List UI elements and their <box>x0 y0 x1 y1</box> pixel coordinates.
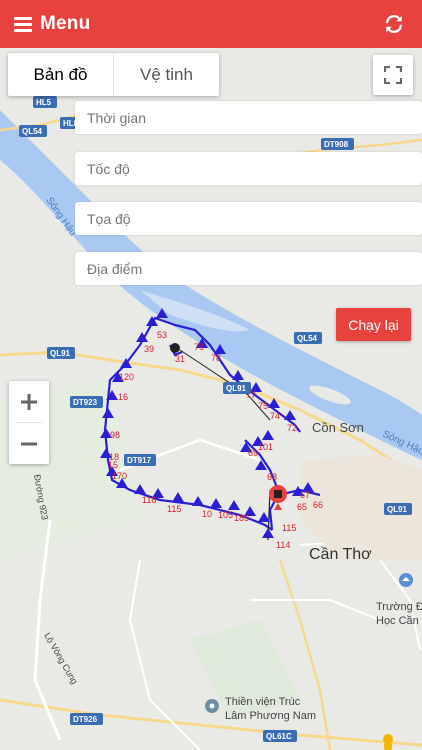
svg-text:67: 67 <box>300 490 310 500</box>
road-shield-ql91-mid: QL91 <box>223 382 251 394</box>
svg-text:79: 79 <box>194 342 204 352</box>
poi-temple-icon <box>205 699 219 713</box>
road-shield-hl5: HL5 <box>33 96 57 108</box>
road-shield-ql91-left: QL91 <box>47 347 75 359</box>
refresh-button[interactable] <box>380 10 408 38</box>
speed-input[interactable] <box>87 152 410 185</box>
svg-text:DT908: DT908 <box>324 140 349 149</box>
label-hoc-can: Học Cần <box>376 615 419 627</box>
svg-text:65: 65 <box>297 502 307 512</box>
road-shield-ql54-mid: QL54 <box>294 332 322 344</box>
menu-icon <box>14 16 32 32</box>
street-view-pegman-icon[interactable] <box>378 733 398 750</box>
svg-text:16: 16 <box>118 392 128 402</box>
location-input[interactable] <box>87 252 410 285</box>
location-field[interactable] <box>75 252 422 285</box>
svg-text:114: 114 <box>276 540 290 550</box>
svg-text:53: 53 <box>157 330 167 340</box>
svg-text:31: 31 <box>175 354 185 364</box>
minus-icon <box>21 442 37 445</box>
road-shield-ql54-top: QL54 <box>19 125 47 137</box>
poi-university-icon <box>399 573 413 587</box>
svg-text:118: 118 <box>142 495 156 505</box>
fullscreen-icon <box>384 66 402 84</box>
label-thien-vien-1: Thiền viện Trúc <box>225 696 301 708</box>
fullscreen-button[interactable] <box>373 55 413 95</box>
time-field[interactable] <box>75 101 422 134</box>
speed-field[interactable] <box>75 152 422 185</box>
svg-text:68: 68 <box>267 472 277 482</box>
label-thien-vien-2: Lâm Phương Nam <box>225 710 316 722</box>
svg-text:115: 115 <box>282 523 296 533</box>
svg-text:69: 69 <box>248 448 258 458</box>
svg-text:66: 66 <box>313 500 323 510</box>
road-shield-dt923: DT923 <box>70 396 103 408</box>
svg-text:HL5: HL5 <box>36 98 52 107</box>
road-shield-ql61c: QL61C <box>263 730 297 742</box>
zoom-control <box>9 381 49 464</box>
plus-icon <box>21 393 37 410</box>
svg-text:39: 39 <box>144 344 154 354</box>
map-type-roadmap[interactable]: Bản đồ <box>8 53 113 96</box>
svg-text:101: 101 <box>258 442 273 452</box>
road-shield-ql91-right: QL91 <box>384 503 412 515</box>
refresh-icon <box>385 14 403 34</box>
svg-text:DT926: DT926 <box>73 715 98 724</box>
zoom-in-button[interactable] <box>9 381 49 422</box>
replay-button[interactable]: Chạy lại <box>336 308 411 341</box>
svg-text:75: 75 <box>258 401 268 411</box>
svg-text:72: 72 <box>287 423 297 433</box>
road-shield-dt908: DT908 <box>321 138 354 150</box>
coords-field[interactable] <box>75 202 422 235</box>
svg-text:QL54: QL54 <box>22 127 43 136</box>
svg-text:105: 105 <box>218 510 233 520</box>
svg-text:QL91: QL91 <box>387 505 408 514</box>
road-shield-dt917: DT917 <box>124 454 156 466</box>
start-marker <box>170 343 180 353</box>
svg-text:QL54: QL54 <box>297 334 318 343</box>
menu-button[interactable]: Menu <box>14 13 90 35</box>
road-shield-dt926: DT926 <box>70 713 103 725</box>
svg-text:74: 74 <box>270 411 280 421</box>
map-type-switcher: Bản đồ Vệ tinh <box>8 53 219 96</box>
app-header: Menu <box>0 0 422 48</box>
svg-text:115: 115 <box>167 504 181 514</box>
label-truong-dh: Trường Đ <box>376 601 422 613</box>
svg-text:78: 78 <box>211 353 221 363</box>
svg-text:QL91: QL91 <box>226 384 247 393</box>
menu-label: Menu <box>40 13 91 34</box>
svg-text:185: 185 <box>234 513 249 523</box>
label-con-son: Cồn Sơn <box>312 420 364 435</box>
svg-text:170: 170 <box>112 471 127 481</box>
label-can-tho: Cần Thơ <box>309 546 372 563</box>
zoom-out-button[interactable] <box>9 423 49 464</box>
coords-input[interactable] <box>87 202 410 235</box>
svg-text:QL91: QL91 <box>50 349 71 358</box>
map-type-satellite[interactable]: Vệ tinh <box>114 53 219 96</box>
svg-text:120: 120 <box>119 372 134 382</box>
svg-text:10: 10 <box>202 509 212 519</box>
time-input[interactable] <box>87 101 410 134</box>
svg-text:QL61C: QL61C <box>266 732 292 741</box>
svg-text:DT917: DT917 <box>127 456 152 465</box>
svg-text:15: 15 <box>108 460 118 470</box>
svg-text:DT923: DT923 <box>73 398 98 407</box>
svg-text:98: 98 <box>110 430 120 440</box>
